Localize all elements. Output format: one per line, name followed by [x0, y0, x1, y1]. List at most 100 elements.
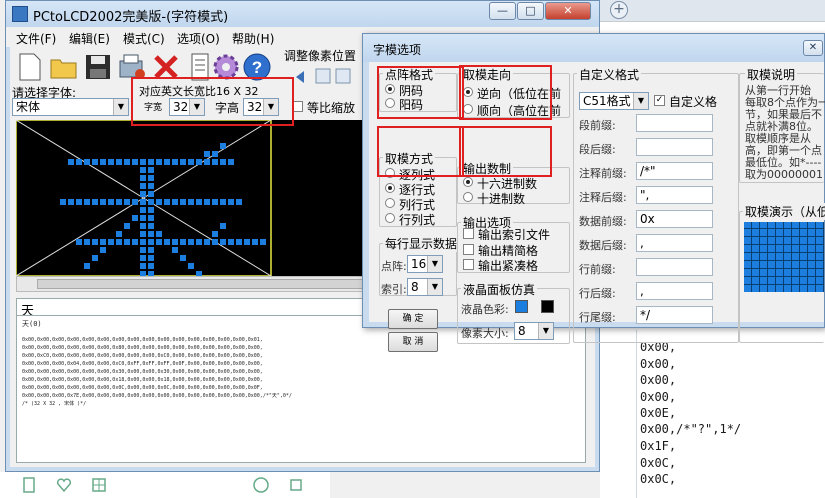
glyph-pixel	[212, 151, 218, 157]
contact-icon[interactable]	[20, 476, 38, 494]
glyph-pixel	[228, 239, 234, 245]
lcd-color-label: 液晶色彩:	[461, 303, 509, 316]
glyph-pixel	[212, 239, 218, 245]
field-label: 行前缀:	[579, 263, 616, 276]
output-simple-checkbox[interactable]: 输出精简格	[463, 242, 568, 256]
radio-hex[interactable]: 十六进制数	[463, 175, 563, 191]
pixel-size-select[interactable]: 8 ▼	[514, 322, 554, 340]
custom-format-caption: 自定义格式	[577, 66, 642, 83]
heart-icon[interactable]	[55, 476, 73, 494]
field-input[interactable]: ",	[636, 186, 713, 204]
custom-format-checkbox[interactable]: ✓ 自定义格	[654, 93, 736, 107]
svg-text:?: ?	[252, 58, 262, 77]
bottom-strip	[0, 472, 330, 498]
font-select[interactable]: 宋体 ▼	[12, 98, 129, 116]
open-folder-icon[interactable]	[48, 51, 80, 83]
glyph-pixel	[188, 199, 194, 205]
glyph-pixel	[84, 159, 90, 165]
radio-dot	[463, 192, 473, 202]
dialog-close-button[interactable]: ✕	[803, 40, 823, 56]
glyph-pixel	[148, 159, 154, 165]
glyph-pixel	[188, 159, 194, 165]
radio-dot	[463, 177, 473, 187]
field-input[interactable]: ,	[636, 282, 713, 300]
close-button[interactable]: ✕	[545, 2, 591, 20]
output-line: 0x00,0x00,0x00,0x00,0x00,0x00,0x80,0x00,…	[22, 345, 263, 351]
dot-count-select[interactable]: 16 ▼	[407, 255, 443, 273]
glyph-pixel	[76, 199, 82, 205]
lcd-on-color-swatch[interactable]	[515, 300, 528, 313]
index-value: 8	[411, 280, 419, 294]
glyph-pixel	[140, 255, 146, 261]
field-input[interactable]: 0x	[636, 210, 713, 228]
scale-label: 等比缩放	[307, 101, 356, 115]
minimize-button[interactable]: —	[489, 2, 516, 20]
glyph-pixel	[172, 199, 178, 205]
glyph-pixel	[220, 223, 226, 229]
field-input[interactable]	[636, 258, 713, 276]
main-titlebar: PCtoLCD2002完美版-(字符模式) — □ ✕	[6, 1, 599, 27]
grid-icon[interactable]	[90, 476, 108, 494]
menu-mode[interactable]: 模式(C)	[123, 30, 165, 47]
glyph-pixel	[220, 159, 226, 165]
index-select[interactable]: 8 ▼	[407, 278, 443, 296]
glyph-pixel	[148, 191, 154, 197]
dot-count-value: 16	[411, 257, 427, 271]
glyph-pixel	[140, 207, 146, 213]
glyph-pixel	[116, 231, 122, 237]
lcd-off-color-swatch[interactable]	[541, 300, 554, 313]
input-text[interactable]: 天	[21, 300, 34, 319]
ok-button[interactable]: 确 定	[388, 309, 438, 329]
gutter-line	[636, 330, 637, 498]
radio-colrow[interactable]: 列行式	[385, 196, 445, 212]
download-icon[interactable]	[287, 476, 305, 494]
field-input[interactable]	[636, 138, 713, 156]
menu-options[interactable]: 选项(O)	[177, 30, 220, 47]
field-input[interactable]: */	[636, 306, 713, 324]
glyph-pixel	[220, 199, 226, 205]
output-compact-checkbox[interactable]: 输出紧凑格	[463, 257, 568, 271]
dialog-title: 字模选项	[373, 43, 422, 57]
field-input[interactable]	[636, 114, 713, 132]
glyph-pixel	[204, 151, 210, 157]
cancel-button[interactable]: 取 消	[388, 332, 438, 352]
new-file-icon[interactable]	[14, 51, 46, 83]
glyph-pixel	[100, 239, 106, 245]
share-icon[interactable]	[252, 476, 270, 494]
field-input[interactable]: ,	[636, 234, 713, 252]
radio-label: 行列式	[399, 213, 436, 227]
glyph-pixel	[132, 215, 138, 221]
scale-checkbox[interactable]: 等比缩放	[292, 99, 372, 115]
save-icon[interactable]	[82, 51, 114, 83]
menu-edit[interactable]: 编辑(E)	[69, 30, 110, 47]
output-index-checkbox[interactable]: 输出索引文件	[463, 226, 568, 240]
format-select[interactable]: C51格式 ▼	[579, 92, 649, 110]
glyph-pixel	[132, 199, 138, 205]
radio-rowcol[interactable]: 行列式	[385, 211, 445, 227]
radio-dec[interactable]: 十进制数	[463, 190, 563, 206]
field-input[interactable]: /*"	[636, 162, 713, 180]
pixel-arrows-icon[interactable]	[292, 63, 362, 89]
output-line: 0x00,0x00,0x00,0x00,0x00,0x00,0x00,0x00,…	[22, 337, 263, 343]
field-label: 行尾缀:	[579, 311, 616, 324]
glyph-pixel	[172, 239, 178, 245]
check-box	[463, 259, 474, 270]
demo-caption: 取模演示（从低向	[743, 203, 825, 220]
field-label: 数据前缀:	[579, 215, 627, 228]
glyph-pixel	[124, 159, 130, 165]
radio-dot	[385, 213, 395, 223]
menu-help[interactable]: 帮助(H)	[232, 30, 274, 47]
glyph-pixel	[148, 223, 154, 229]
adjust-pixel-label: 调整像素位置	[284, 49, 357, 63]
glyph-pixel	[140, 263, 146, 269]
field-label: 数据后缀:	[579, 239, 627, 252]
glyph-pixel	[92, 159, 98, 165]
radio-row[interactable]: 逐行式	[385, 181, 445, 197]
new-tab-plus-icon[interactable]: +	[610, 1, 628, 19]
glyph-pixel	[148, 231, 154, 237]
glyph-pixel	[164, 239, 170, 245]
glyph-pixel	[196, 199, 202, 205]
per-line-caption: 每行显示数据	[383, 235, 460, 252]
maximize-button[interactable]: □	[517, 2, 544, 20]
menu-file[interactable]: 文件(F)	[16, 30, 56, 47]
